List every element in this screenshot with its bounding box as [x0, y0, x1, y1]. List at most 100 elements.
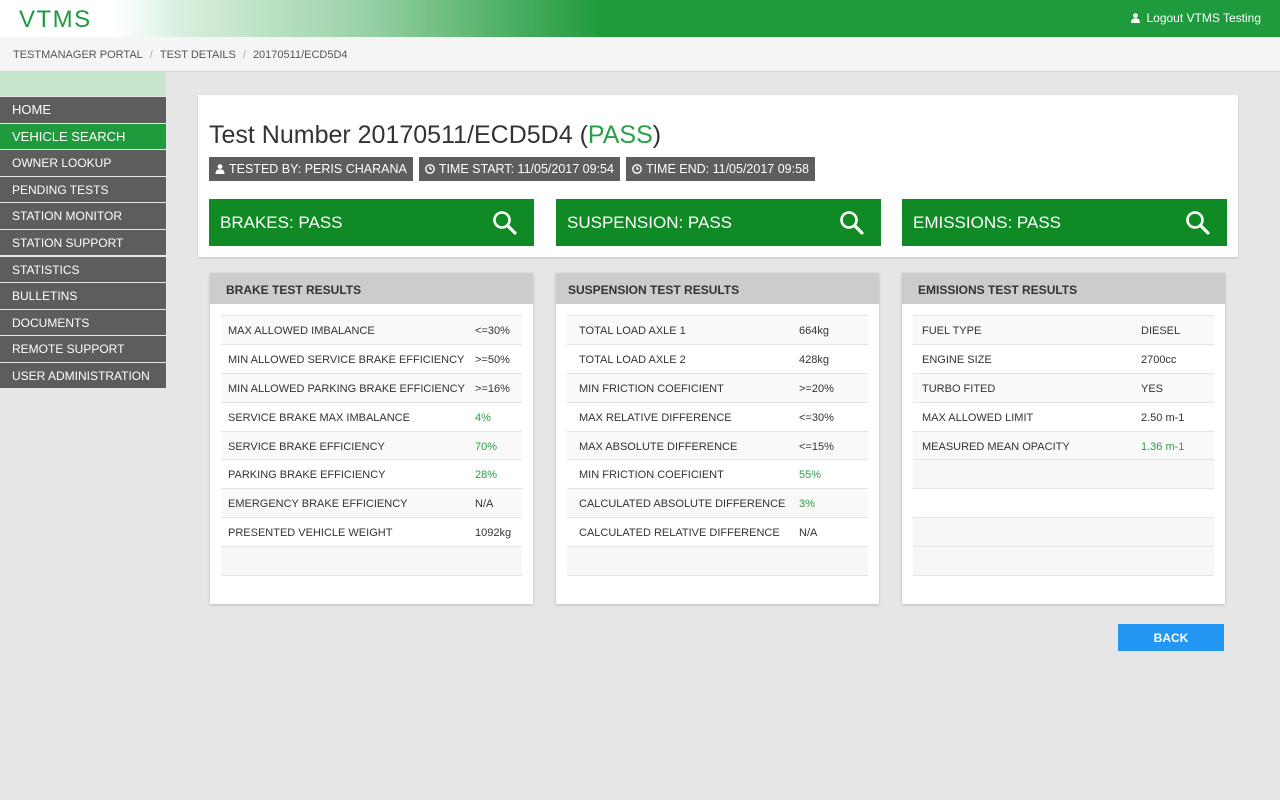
table-row: MAX RELATIVE DIFFERENCE <=30% — [567, 402, 868, 432]
row-label: TOTAL LOAD AXLE 1 — [579, 325, 686, 337]
sidebar-item-station-monitor[interactable]: STATION MONITOR — [0, 203, 166, 229]
table-row: TURBO FITED YES — [913, 373, 1214, 403]
row-value: 28% — [475, 469, 498, 482]
row-value: 1092kg — [475, 527, 512, 540]
table-row: TOTAL LOAD AXLE 1 664kg — [567, 316, 868, 345]
row-value: >=20% — [799, 382, 834, 395]
sidebar-item-station-support[interactable]: STATION SUPPORT — [0, 229, 166, 256]
logout-link[interactable]: Logout VTMS Testing — [1131, 11, 1261, 25]
brake-results-table: MAX ALLOWED IMBALANCE <=30% MIN ALLOWED S… — [221, 315, 522, 577]
vtms-logo: VTMS — [19, 6, 92, 33]
row-label: PRESENTED VEHICLE WEIGHT — [228, 527, 393, 540]
emissions-results-panel: EMISSIONS TEST RESULTS FUEL TYPE DIESEL E… — [902, 273, 1225, 604]
top-bar: VTMS Logout VTMS Testing — [0, 0, 1280, 37]
suspension-results-table: TOTAL LOAD AXLE 1 664kg TOTAL LOAD AXLE 2… — [567, 315, 868, 577]
table-row: SERVICE BRAKE EFFICIENCY 70% — [221, 431, 522, 461]
row-value: 664kg — [799, 325, 829, 337]
search-icon — [840, 211, 864, 235]
table-row: SERVICE BRAKE MAX IMBALANCE 4% — [221, 402, 522, 432]
breadcrumb-separator: / — [149, 49, 153, 61]
clock-icon — [632, 164, 642, 174]
suspension-status-button[interactable]: SUSPENSION: PASS — [556, 199, 881, 246]
row-label: MIN ALLOWED PARKING BRAKE EFFICIENCY — [228, 382, 465, 395]
test-result: PASS — [587, 121, 653, 149]
breadcrumb-bar: TESTMANAGER PORTAL / TEST DETAILS / 2017… — [0, 37, 1280, 72]
table-row: MIN ALLOWED SERVICE BRAKE EFFICIENCY >=50… — [221, 344, 522, 374]
tested-by-text: TESTED BY: PERIS CHARANA — [229, 162, 407, 176]
breadcrumb-test-details[interactable]: TEST DETAILS — [160, 49, 236, 61]
breadcrumb-current: 20170511/ECD5D4 — [252, 49, 348, 61]
table-row-empty — [913, 518, 1214, 548]
row-label: FUEL TYPE — [922, 325, 982, 337]
table-row-empty — [567, 547, 868, 577]
row-label: SERVICE BRAKE EFFICIENCY — [228, 440, 385, 453]
breadcrumb-testmanager-portal[interactable]: TESTMANAGER PORTAL — [13, 49, 143, 61]
brakes-status-button[interactable]: BRAKES: PASS — [209, 199, 534, 246]
table-row: EMERGENCY BRAKE EFFICIENCY N/A — [221, 489, 522, 519]
table-row: MIN ALLOWED PARKING BRAKE EFFICIENCY >=16… — [221, 373, 522, 403]
table-row-empty — [913, 547, 1214, 577]
table-row: CALCULATED ABSOLUTE DIFFERENCE 3% — [567, 489, 868, 519]
table-row: MIN FRICTION COEFICIENT >=20% — [567, 373, 868, 403]
row-value: 2700cc — [1141, 353, 1177, 366]
emissions-panel-title: EMISSIONS TEST RESULTS — [902, 273, 1225, 304]
table-row: MAX ABSOLUTE DIFFERENCE <=15% — [567, 431, 868, 461]
clock-icon — [424, 164, 435, 174]
back-button[interactable]: BACK — [1118, 624, 1224, 651]
row-label: CALCULATED ABSOLUTE DIFFERENCE — [579, 498, 786, 511]
brake-results-panel: BRAKE TEST RESULTS MAX ALLOWED IMBALANCE… — [210, 273, 533, 604]
title-prefix: Test Number 20170511/ECD5D4 ( — [209, 121, 588, 149]
emissions-status-button[interactable]: EMISSIONS: PASS — [902, 199, 1227, 246]
sidebar-item-home[interactable]: HOME — [0, 97, 166, 123]
search-icon — [1186, 211, 1210, 235]
sidebar: HOME VEHICLE SEARCH OWNER LOOKUP PENDING… — [0, 97, 166, 390]
user-icon — [215, 164, 225, 174]
sidebar-item-user-administration[interactable]: USER ADMINISTRATION — [0, 362, 166, 389]
tested-by-badge: TESTED BY: PERIS CHARANA — [209, 157, 413, 181]
row-value: 1.36 m-1 — [1141, 440, 1185, 453]
suspension-panel-title: SUSPENSION TEST RESULTS — [556, 273, 879, 304]
sidebar-header-strip — [0, 72, 166, 96]
sidebar-item-pending-tests[interactable]: PENDING TESTS — [0, 176, 166, 203]
table-row-empty — [913, 489, 1214, 519]
row-value: <=30% — [475, 325, 510, 337]
row-label: TOTAL LOAD AXLE 2 — [579, 353, 686, 366]
table-row: MAX ALLOWED IMBALANCE <=30% — [221, 316, 522, 345]
table-row: ENGINE SIZE 2700cc — [913, 344, 1214, 374]
row-label: MIN FRICTION COEFICIENT — [579, 469, 724, 482]
row-value: 2.50 m-1 — [1141, 411, 1185, 424]
sidebar-item-remote-support[interactable]: REMOTE SUPPORT — [0, 336, 166, 362]
table-row: TOTAL LOAD AXLE 2 428kg — [567, 344, 868, 374]
row-value: 428kg — [799, 353, 829, 366]
sidebar-item-vehicle-search[interactable]: VEHICLE SEARCH — [0, 123, 166, 150]
test-info-badges: TESTED BY: PERIS CHARANA TIME START: 11/… — [209, 157, 815, 181]
table-row: MIN FRICTION COEFICIENT 55% — [567, 460, 868, 490]
user-icon — [1131, 13, 1141, 23]
table-row-empty — [913, 460, 1214, 490]
time-start-badge: TIME START: 11/05/2017 09:54 — [418, 157, 620, 181]
table-row: FUEL TYPE DIESEL — [913, 316, 1214, 345]
sidebar-item-statistics[interactable]: STATISTICS — [0, 256, 166, 283]
row-label: MEASURED MEAN OPACITY — [922, 440, 1070, 453]
row-label: MIN FRICTION COEFICIENT — [579, 382, 724, 395]
time-end-badge: TIME END: 11/05/2017 09:58 — [625, 157, 815, 181]
brakes-status-label: BRAKES: PASS — [220, 213, 343, 232]
row-label: ENGINE SIZE — [922, 353, 992, 366]
sidebar-item-owner-lookup[interactable]: OWNER LOOKUP — [0, 150, 166, 176]
time-end-text: TIME END: 11/05/2017 09:58 — [645, 162, 809, 176]
suspension-results-panel: SUSPENSION TEST RESULTS TOTAL LOAD AXLE … — [556, 273, 879, 604]
row-label: CALCULATED RELATIVE DIFFERENCE — [579, 527, 780, 540]
breadcrumb: TESTMANAGER PORTAL / TEST DETAILS / 2017… — [13, 49, 348, 61]
row-value: <=15% — [799, 440, 834, 453]
row-value: 4% — [475, 411, 491, 424]
row-label: EMERGENCY BRAKE EFFICIENCY — [228, 498, 408, 511]
search-icon — [493, 211, 517, 235]
suspension-status-label: SUSPENSION: PASS — [567, 213, 733, 232]
brake-panel-title: BRAKE TEST RESULTS — [210, 273, 533, 304]
sidebar-item-documents[interactable]: DOCUMENTS — [0, 309, 166, 336]
row-value: 70% — [475, 440, 498, 453]
sidebar-item-bulletins[interactable]: BULLETINS — [0, 283, 166, 309]
row-label: SERVICE BRAKE MAX IMBALANCE — [228, 411, 410, 424]
page-title: Test Number 20170511/ECD5D4 (PASS) — [209, 121, 661, 150]
row-value: >=16% — [475, 382, 510, 395]
